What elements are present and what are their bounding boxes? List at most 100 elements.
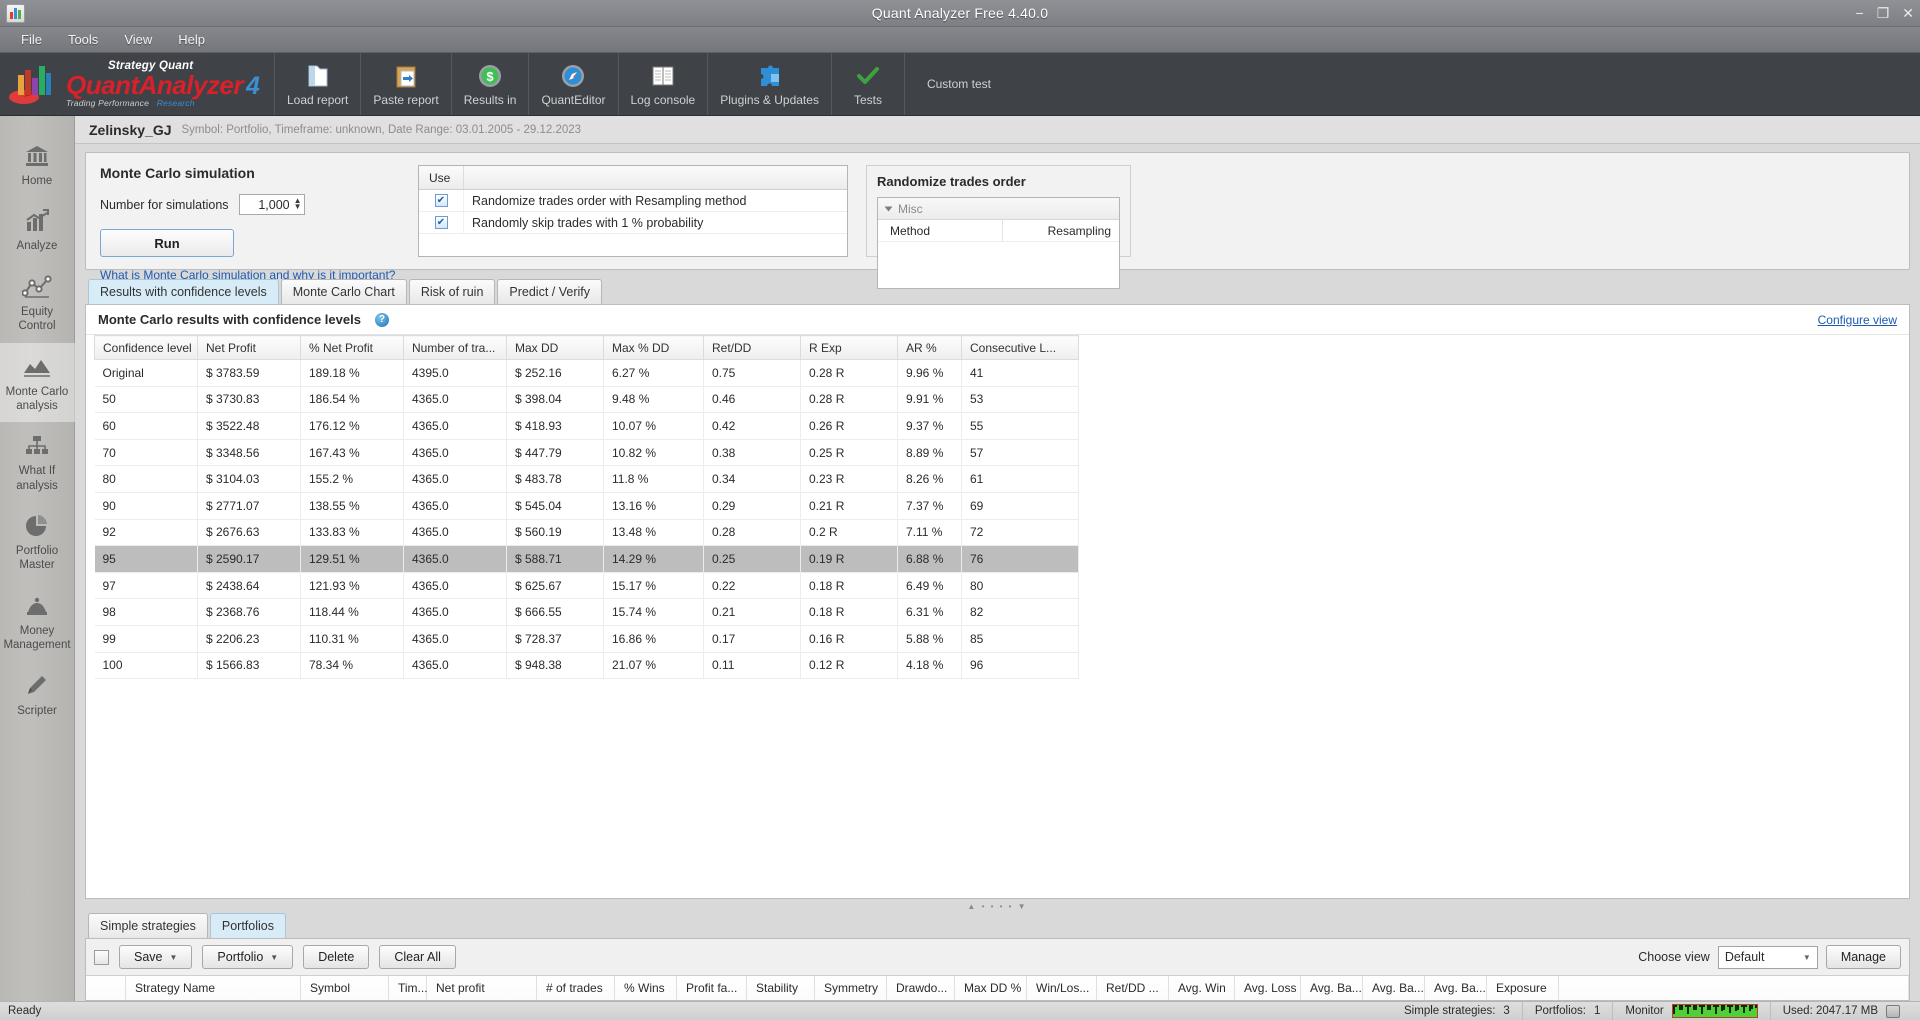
property-row-method[interactable]: Method Resampling xyxy=(878,220,1119,242)
column-header[interactable]: Net Profit xyxy=(197,335,301,360)
option-row[interactable]: ✔ Randomly skip trades with 1 % probabil… xyxy=(419,212,847,234)
clear-all-button[interactable]: Clear All xyxy=(379,945,456,969)
bottom-column-header[interactable]: Profit fa... xyxy=(677,976,747,1000)
tab-risk-of-ruin[interactable]: Risk of ruin xyxy=(408,279,496,304)
column-header[interactable]: Max % DD xyxy=(603,335,704,360)
option-checkbox[interactable]: ✔ xyxy=(434,194,448,207)
table-row[interactable]: 80 $ 3104.03 155.2 % 4365.0 $ 483.78 11.8 % 0.… xyxy=(94,465,1079,493)
table-row[interactable]: 50 $ 3730.83 186.54 % 4365.0 $ 398.04 9.48 % 0… xyxy=(94,386,1079,414)
column-header[interactable]: Max DD xyxy=(506,335,604,360)
manage-button[interactable]: Manage xyxy=(1825,945,1901,969)
bottom-column-header[interactable]: Strategy Name xyxy=(126,976,301,1000)
menu-tools[interactable]: Tools xyxy=(57,29,109,50)
property-value[interactable]: Resampling xyxy=(1003,224,1119,238)
bottom-column-header[interactable]: Avg. Ba... xyxy=(1425,976,1487,1000)
table-row[interactable]: 95 $ 2590.17 129.51 % 4365.0 $ 588.71 14.29 %… xyxy=(94,545,1079,573)
column-header[interactable]: % Net Profit xyxy=(300,335,404,360)
column-header[interactable]: AR % xyxy=(897,335,962,360)
tab-results-with-confidence-levels[interactable]: Results with confidence levels xyxy=(88,279,279,304)
table-row[interactable]: 97 $ 2438.64 121.93 % 4365.0 $ 625.67 15.17 %… xyxy=(94,572,1079,600)
sidebar-item-portfolio-master[interactable]: Portfolio Master xyxy=(0,502,75,582)
maximize-button[interactable]: ❐ xyxy=(1877,6,1890,20)
bottom-column-header[interactable]: Exposure xyxy=(1487,976,1559,1000)
table-row[interactable]: 70 $ 3348.56 167.43 % 4365.0 $ 447.79 10.82 %… xyxy=(94,439,1079,467)
simulations-stepper[interactable]: 1,000 ▲ ▼ xyxy=(238,194,305,215)
bottom-column-header[interactable]: Symmetry xyxy=(815,976,887,1000)
configure-view-link[interactable]: Configure view xyxy=(1818,313,1897,327)
toolbar-log-console[interactable]: Log console xyxy=(619,53,709,115)
sidebar-item-analyze[interactable]: Analyze xyxy=(0,197,75,262)
sidebar-item-scripter[interactable]: Scripter xyxy=(0,662,75,727)
column-header[interactable]: Confidence level xyxy=(94,335,198,360)
sidebar-item-home[interactable]: Home xyxy=(0,132,75,197)
table-row[interactable]: 99 $ 2206.23 110.31 % 4365.0 $ 728.37 16.86 %… xyxy=(94,625,1079,653)
bottom-column-header[interactable]: Stability xyxy=(747,976,815,1000)
delete-button[interactable]: Delete xyxy=(303,945,370,969)
bottom-column-header[interactable]: Avg. Ba... xyxy=(1363,976,1425,1000)
toolbar-results-in[interactable]: $ Results in xyxy=(452,53,530,115)
table-row[interactable]: 60 $ 3522.48 176.12 % 4365.0 $ 418.93 10.07 %… xyxy=(94,412,1079,440)
collapse-triangle-icon[interactable] xyxy=(884,206,893,211)
option-checkbox[interactable]: ✔ xyxy=(434,216,448,229)
run-button[interactable]: Run xyxy=(100,229,234,257)
property-group-misc[interactable]: Misc xyxy=(878,198,1119,220)
tab-portfolios[interactable]: Portfolios xyxy=(209,913,286,938)
sidebar-item-monte-carlo-analysis[interactable]: Monte Carlo analysis xyxy=(0,342,75,423)
table-row[interactable]: 90 $ 2771.07 138.55 % 4365.0 $ 545.04 13.16 %… xyxy=(94,492,1079,520)
column-header[interactable]: R Exp xyxy=(800,335,898,360)
bottom-column-header[interactable]: Symbol xyxy=(301,976,389,1000)
column-header[interactable]: Consecutive L... xyxy=(961,335,1079,360)
portfolio-name: Zelinsky_GJ xyxy=(89,121,172,138)
panel-splitter[interactable]: ▲ • • • • ▼ xyxy=(85,899,1910,913)
bottom-column-header[interactable]: Ret/DD ... xyxy=(1097,976,1169,1000)
menu-view[interactable]: View xyxy=(113,29,163,50)
table-row[interactable]: 98 $ 2368.76 118.44 % 4365.0 $ 666.55 15.74 %… xyxy=(94,598,1079,626)
portfolio-button[interactable]: Portfolio ▼ xyxy=(202,945,294,969)
bottom-column-header[interactable]: Tim... xyxy=(389,976,428,1000)
sidebar-item-equity-control[interactable]: Equity Control xyxy=(0,263,75,343)
help-icon[interactable]: ? xyxy=(374,312,389,327)
folder-icon xyxy=(307,63,329,89)
bottom-column-header[interactable]: % Wins xyxy=(615,976,677,1000)
bottom-column-header[interactable]: Drawdo... xyxy=(887,976,955,1000)
toolbar-label: Tests xyxy=(853,93,882,107)
toolbar-quanteditor[interactable]: QuantEditor xyxy=(529,53,619,115)
select-all-checkbox[interactable] xyxy=(94,949,109,965)
view-select[interactable]: Default ▼ xyxy=(1717,945,1818,969)
toolbar-paste-report[interactable]: Paste report xyxy=(361,53,452,115)
table-row[interactable]: 100 $ 1566.83 78.34 % 4365.0 $ 948.38 21.07 %… xyxy=(94,652,1079,680)
table-row[interactable]: 92 $ 2676.63 133.83 % 4365.0 $ 560.19 13.48 %… xyxy=(94,519,1079,547)
menu-help[interactable]: Help xyxy=(167,29,216,50)
tab-predict-verify[interactable]: Predict / Verify xyxy=(497,279,602,304)
toolbar-custom-test[interactable]: Custom test xyxy=(905,53,1013,115)
bottom-column-header[interactable]: Net profit xyxy=(427,976,537,1000)
tab-simple-strategies[interactable]: Simple strategies xyxy=(88,913,208,938)
save-button[interactable]: Save ▼ xyxy=(119,945,193,969)
toolbar-tests[interactable]: Tests xyxy=(832,53,905,115)
tab-monte-carlo-chart[interactable]: Monte Carlo Chart xyxy=(280,279,407,304)
database-icon[interactable] xyxy=(1886,1004,1900,1018)
bottom-column-header[interactable] xyxy=(86,976,126,1000)
table-row[interactable]: Original $ 3783.59 189.18 % 4395.0 $ 252.16 6… xyxy=(94,359,1079,387)
bottom-column-header[interactable]: Max DD % xyxy=(955,976,1027,1000)
status-monitor[interactable]: Monitor xyxy=(1612,1001,1769,1020)
column-header[interactable]: Ret/DD xyxy=(703,335,801,360)
sidebar-item-what-if-analysis[interactable]: What If analysis xyxy=(0,422,75,502)
column-header[interactable]: Number of tra... xyxy=(403,335,507,360)
choose-view-label: Choose view xyxy=(1638,950,1710,964)
results-table-scroll[interactable]: Confidence level Net Profit% Net Profit Nu… xyxy=(86,335,1909,898)
bottom-column-header[interactable]: Avg. Loss xyxy=(1235,976,1301,1000)
bottom-column-header[interactable]: Win/Los... xyxy=(1027,976,1097,1000)
menu-file[interactable]: File xyxy=(10,29,53,50)
sidebar-item-money-management[interactable]: Money Management xyxy=(0,582,75,662)
toolbar-plugins-updates[interactable]: Plugins & Updates xyxy=(708,53,832,115)
stepper-arrows-icon[interactable]: ▲ ▼ xyxy=(294,197,302,210)
toolbar-load-report[interactable]: Load report xyxy=(275,53,362,115)
bottom-column-header[interactable]: Avg. Win xyxy=(1169,976,1235,1000)
option-row[interactable]: ✔ Randomize trades order with Resampling… xyxy=(419,190,847,212)
close-button[interactable]: ✕ xyxy=(1902,6,1914,20)
bottom-column-header[interactable]: # of trades xyxy=(537,976,615,1000)
bottom-column-header[interactable]: Avg. Ba... xyxy=(1301,976,1363,1000)
table-cell: $ 252.16 xyxy=(506,359,604,387)
minimize-button[interactable]: − xyxy=(1856,6,1864,20)
